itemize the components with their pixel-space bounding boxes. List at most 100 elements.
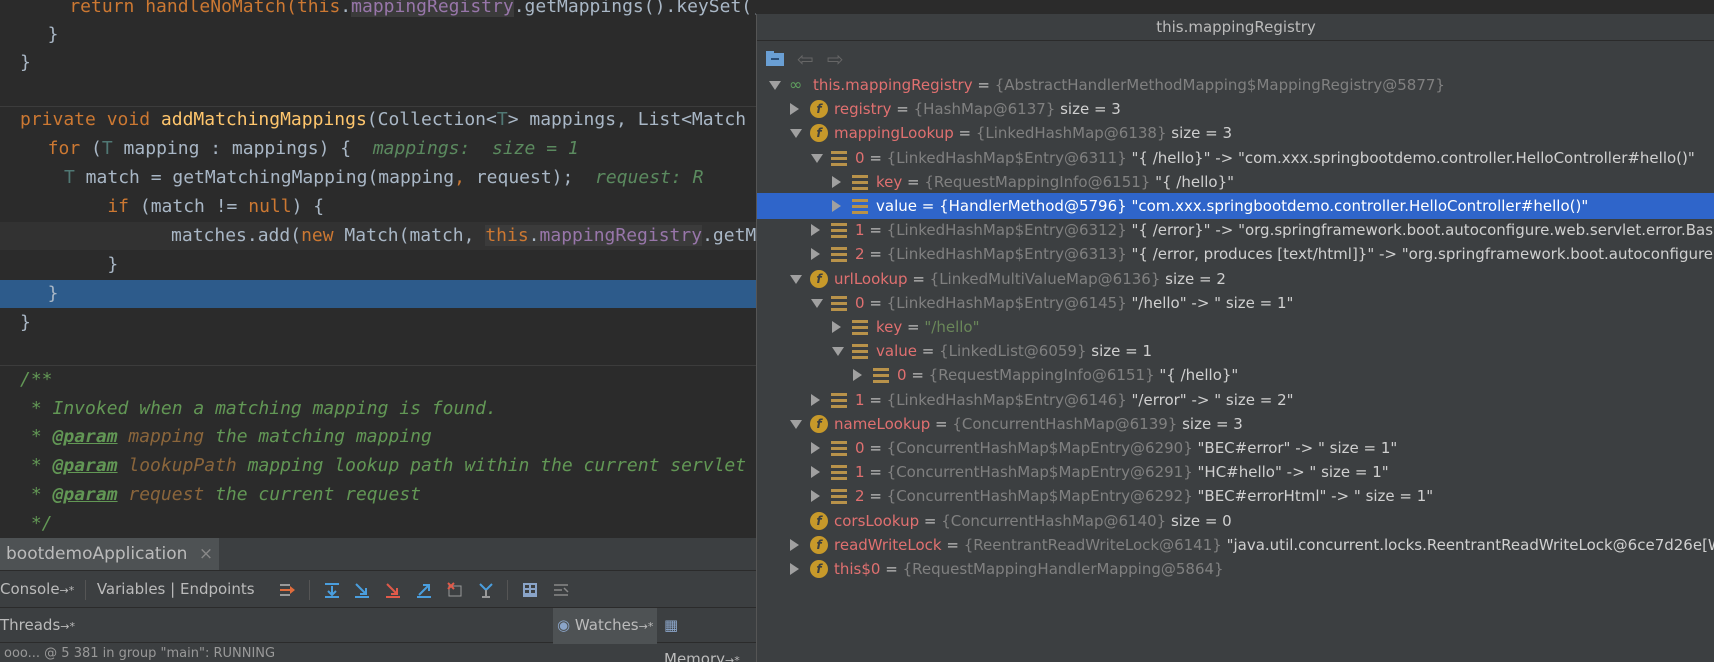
tree-node[interactable]: key = "/hello" (757, 314, 1714, 340)
entry-icon (831, 295, 847, 311)
expand-arrow-icon[interactable] (832, 175, 841, 188)
tree-node-ref: {LinkedHashMap$Entry@6145} (886, 293, 1127, 312)
tree-node-nm: readWriteLock (834, 535, 942, 554)
expand-arrow-icon[interactable] (811, 442, 820, 454)
expand-arrow-icon[interactable] (790, 538, 799, 551)
variables-tree[interactable]: ∞ this.mappingRegistry = {AbstractHandler… (757, 72, 1714, 662)
tree-node[interactable]: f registry = {HashMap@6137} size = 3 (757, 96, 1714, 122)
trace-stream-icon[interactable] (552, 581, 570, 599)
tree-node-ref: {LinkedHashMap$Entry@6311} (886, 148, 1127, 167)
expand-arrow-icon[interactable] (853, 369, 862, 382)
tree-node[interactable]: value = {HandlerMethod@5796} "com.xxx.sp… (757, 193, 1714, 219)
step-into-icon[interactable] (353, 581, 371, 599)
expand-arrow-icon[interactable] (790, 563, 799, 575)
tree-node[interactable]: f this$0 = {RequestMappingHandlerMapping@… (757, 556, 1714, 582)
tree-node-eq: = (930, 414, 953, 433)
tree-node[interactable]: value = {LinkedList@6059} size = 1 (757, 338, 1714, 364)
field-icon: f (810, 560, 828, 578)
tree-node-ref: {AbstractHandlerMethodMapping$MappingReg… (994, 76, 1445, 94)
tree-node-ref: {HandlerMethod@5796} (939, 197, 1127, 215)
collapse-arrow-icon[interactable] (832, 347, 844, 357)
tree-node[interactable]: key = {RequestMappingInfo@6151} "{ /hell… (757, 169, 1714, 195)
run-to-cursor-icon[interactable] (477, 581, 495, 599)
tree-node-eq: = (864, 293, 887, 312)
tree-node[interactable]: f mappingLookup = {LinkedHashMap@6138} si… (757, 120, 1714, 146)
tree-node-val: "/hello" -> " size = 1" (1126, 293, 1294, 312)
tree-node-nm: key (876, 172, 903, 191)
console-tab[interactable]: Console→* (0, 580, 74, 598)
back-arrow-icon[interactable]: ⇦ (797, 47, 814, 71)
tree-node-eq: = (902, 172, 925, 191)
tree-node[interactable]: f urlLookup = {LinkedMultiValueMap@6136} … (757, 266, 1714, 292)
threads-tab[interactable]: Threads→* (0, 616, 75, 634)
tree-node[interactable]: 0 = {LinkedHashMap$Entry@6311} "{ /hello… (757, 145, 1714, 171)
step-out-icon[interactable] (415, 581, 433, 599)
navigate-folder-icon[interactable] (765, 50, 785, 68)
entry-icon (831, 441, 847, 456)
tree-node[interactable]: f nameLookup = {ConcurrentHashMap@6139} s… (757, 411, 1714, 437)
expand-arrow-icon[interactable] (811, 490, 820, 503)
tree-node[interactable]: 1 = {LinkedHashMap$Entry@6312} "{ /error… (757, 217, 1714, 243)
collapse-arrow-icon[interactable] (790, 419, 802, 429)
tree-node-nm: 0 (897, 366, 907, 385)
tree-node-nm: 1 (855, 390, 865, 409)
code-line: for (T mapping : mappings) { mappings: s… (26, 138, 579, 159)
tree-node-eq: = (864, 221, 887, 240)
thread-selector[interactable]: ooo... @ 5 381 in group "main": RUNNING (0, 643, 756, 662)
entry-icon (852, 344, 868, 360)
tree-node-label: 1 = {LinkedHashMap$Entry@6312} "{ /error… (855, 217, 1714, 243)
tree-node-val: "HC#hello" -> " size = 1" (1192, 463, 1389, 482)
expand-arrow-icon[interactable] (811, 393, 820, 406)
tree-node[interactable]: 0 = {ConcurrentHashMap$MapEntry@6290} "B… (757, 435, 1714, 461)
tree-node-val: "/error" -> " size = 2" (1126, 390, 1294, 409)
tree-node-label: 2 = {ConcurrentHashMap$MapEntry@6292} "B… (855, 483, 1433, 509)
doc-comment-line: * Invoked when a matching mapping is fou… (20, 398, 497, 419)
variables-tab[interactable]: Variables | Endpoints (97, 580, 255, 598)
expand-arrow-icon[interactable] (832, 321, 841, 333)
expand-arrow-icon[interactable] (832, 200, 841, 212)
tree-node[interactable]: ∞ this.mappingRegistry = {AbstractHandler… (757, 72, 1714, 98)
field-icon: f (810, 269, 828, 288)
tree-node-ref: {RequestMappingHandlerMapping@5864} (902, 560, 1224, 578)
run-config-tab[interactable]: bootdemoApplication × (0, 538, 220, 570)
tree-node-eq: = (902, 318, 925, 336)
show-execution-point-icon[interactable] (278, 581, 296, 599)
tree-node[interactable]: 2 = {ConcurrentHashMap$MapEntry@6292} "B… (757, 483, 1714, 509)
collapse-arrow-icon[interactable] (790, 129, 802, 139)
tree-node[interactable]: 1 = {ConcurrentHashMap$MapEntry@6291} "H… (757, 459, 1714, 485)
collapse-arrow-icon[interactable] (769, 81, 781, 90)
collapse-arrow-icon[interactable] (790, 274, 802, 284)
tree-node[interactable]: f corsLookup = {ConcurrentHashMap@6140} s… (757, 508, 1714, 534)
tree-node-label: key = "/hello" (876, 314, 979, 340)
expand-arrow-icon[interactable] (790, 103, 799, 116)
expand-arrow-icon[interactable] (811, 224, 820, 237)
tree-node-label: 0 = {RequestMappingInfo@6151} "{ /hello}… (897, 362, 1238, 388)
tree-node[interactable]: 1 = {LinkedHashMap$Entry@6146} "/error" … (757, 387, 1714, 413)
step-over-icon[interactable] (323, 581, 341, 599)
evaluate-popup: this.mappingRegistry ⇦ ⇨ ∞ this.mappingRe… (756, 14, 1714, 662)
close-icon[interactable]: × (199, 544, 213, 564)
tree-node[interactable]: f readWriteLock = {ReentrantReadWriteLock… (757, 532, 1714, 558)
forward-arrow-icon[interactable]: ⇨ (827, 47, 844, 71)
expand-arrow-icon[interactable] (811, 466, 820, 479)
tree-node-nm: this.mappingRegistry (813, 76, 973, 94)
tree-node-nm: nameLookup (834, 414, 931, 433)
collapse-arrow-icon[interactable] (811, 298, 823, 308)
watches-tab[interactable]: ◉ Watches→* (553, 608, 658, 644)
code-editor[interactable]: return handleNoMatch(this.mappingRegistr… (0, 0, 756, 538)
drop-frame-icon[interactable] (446, 581, 464, 599)
tree-node-nm: 0 (855, 439, 865, 457)
tree-node[interactable]: 2 = {LinkedHashMap$Entry@6313} "{ /error… (757, 241, 1714, 267)
tree-node-eq: = (864, 390, 887, 409)
tree-node-val: "BEC#errorHtml" -> " size = 1" (1192, 487, 1434, 506)
tree-node-eq: = (864, 487, 887, 506)
tree-node[interactable]: 0 = {LinkedHashMap$Entry@6145} "/hello" … (757, 290, 1714, 316)
tree-node[interactable]: 0 = {RequestMappingInfo@6151} "{ /hello}… (757, 362, 1714, 388)
code-line: return handleNoMatch(this.mappingRegistr… (0, 0, 756, 21)
tree-node-ref: {ConcurrentHashMap@6139} (952, 414, 1178, 433)
tree-node-val: size = 1 (1086, 342, 1153, 361)
expand-arrow-icon[interactable] (811, 248, 820, 261)
collapse-arrow-icon[interactable] (811, 153, 823, 163)
force-step-into-icon[interactable] (384, 581, 402, 599)
evaluate-expression-icon[interactable] (521, 581, 539, 599)
